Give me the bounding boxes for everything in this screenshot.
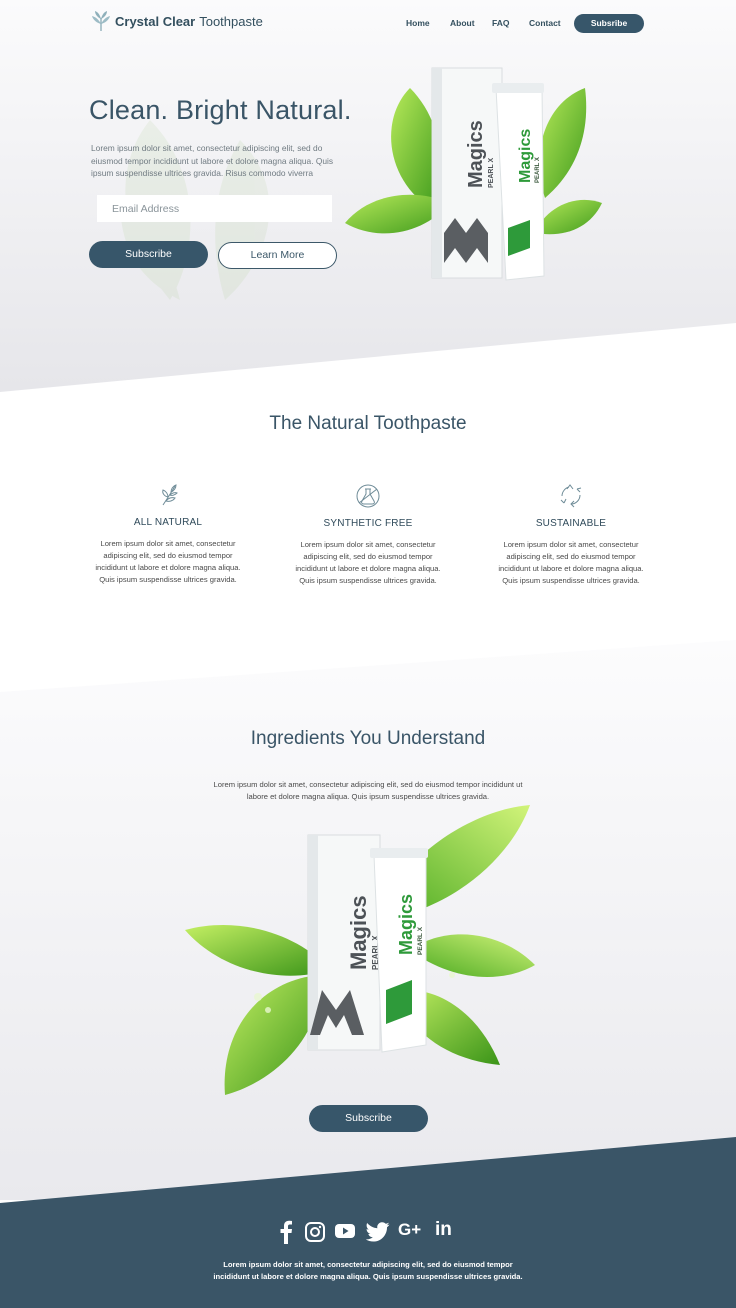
hero-subscribe-button[interactable]: Subscribe (89, 241, 208, 268)
footer-description: Lorem ipsum dolor sit amet, consectetur … (213, 1260, 523, 1281)
leaf-logo-icon (92, 11, 110, 31)
ingredients-subscribe-button[interactable]: Subscribe (309, 1105, 428, 1132)
svg-text:Magics: Magics (396, 894, 416, 955)
brand-name-light: Toothpaste (199, 13, 263, 29)
brand-name-strong: Crystal Clear (115, 13, 196, 29)
feature-title: ALL NATURAL (133, 517, 203, 528)
nav-link-about[interactable]: About (450, 18, 475, 28)
instagram-icon[interactable] (305, 1222, 325, 1242)
feature-title: SYNTHETIC FREE (323, 518, 413, 529)
ingredients-product-image: Magics PEARL X Magics PEARL X (185, 805, 535, 1095)
youtube-icon[interactable] (335, 1223, 355, 1239)
learn-more-button[interactable]: Learn More (218, 242, 337, 269)
feature-sustainable: SUSTAINABLE Lorem ipsum dolor sit amet, … (491, 483, 651, 587)
nav-link-contact[interactable]: Contact (529, 18, 561, 28)
feature-text: Lorem ipsum dolor sit amet, consectetur … (498, 540, 644, 585)
flask-icon (356, 484, 380, 508)
svg-text:Magics: Magics (346, 895, 371, 970)
features-title: The Natural Toothpaste (269, 413, 467, 434)
hero-description: Lorem ipsum dolor sit amet, consectetur … (91, 143, 334, 178)
linkedin-icon[interactable]: in (435, 1219, 452, 1241)
svg-text:PEARL X: PEARL X (488, 157, 495, 188)
feature-text: Lorem ipsum dolor sit amet, consectetur … (295, 540, 441, 585)
nav-link-home[interactable]: Home (406, 18, 430, 28)
feature-synthetic-free: SYNTHETIC FREE Lorem ipsum dolor sit ame… (288, 483, 448, 587)
hero-product-image: Magics PEARL X Magics PEARL X (345, 67, 602, 281)
brand-logo[interactable]: Crystal Clear Toothpaste (90, 10, 263, 32)
google-plus-icon[interactable]: G+ (398, 1220, 421, 1240)
feature-all-natural: ALL NATURAL Lorem ipsum dolor sit amet, … (88, 482, 248, 586)
svg-text:Magics: Magics (465, 120, 487, 188)
facebook-icon[interactable] (279, 1220, 293, 1244)
twitter-icon[interactable] (366, 1222, 390, 1242)
leaf-icon (162, 484, 178, 506)
svg-text:Magics: Magics (517, 129, 534, 183)
nav-link-faq[interactable]: FAQ (492, 18, 509, 28)
nav-subscribe-button[interactable]: Subsribe (574, 14, 644, 33)
hero-title: Clean. Bright Natural. (89, 95, 352, 125)
social-links: G+ in (275, 1219, 465, 1246)
recycle-icon (560, 484, 582, 508)
svg-text:PEARL X: PEARL X (535, 157, 541, 183)
feature-text: Lorem ipsum dolor sit amet, consectetur … (95, 539, 241, 584)
feature-title: SUSTAINABLE (535, 518, 607, 529)
email-field[interactable] (97, 195, 332, 222)
svg-text:PEARL X: PEARL X (417, 926, 424, 955)
ingredients-title: Ingredients You Understand (250, 728, 486, 749)
top-navigation: Crystal Clear Toothpaste Home About FAQ … (0, 0, 736, 44)
